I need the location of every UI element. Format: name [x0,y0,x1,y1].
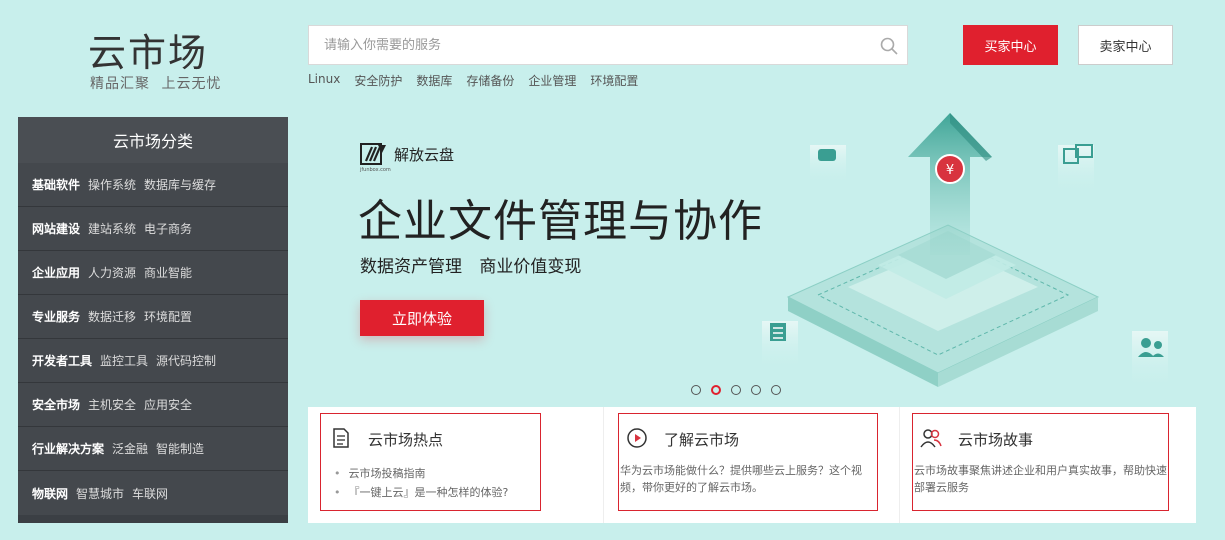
search-box [308,25,908,65]
play-icon [627,428,647,448]
category-row[interactable]: 物联网 智慧城市 车联网 [18,471,288,515]
category-sub[interactable]: 商业智能 [144,264,192,281]
try-now-button[interactable]: 立即体验 [360,300,484,336]
category-sidebar: 云市场分类 基础软件 操作系统 数据库与缓存 网站建设 建站系统 电子商务 企业… [18,117,288,523]
carousel-indicators [691,385,781,395]
category-main[interactable]: 网站建设 [32,220,80,237]
search-input[interactable] [309,26,907,64]
category-sub[interactable]: 主机安全 [88,396,136,413]
category-main[interactable]: 开发者工具 [32,352,92,369]
hot-link-database[interactable]: 数据库 [416,72,452,89]
svg-text:¥: ¥ [946,163,954,178]
card-learn-market[interactable]: 了解云市场 华为云市场能做什么？提供哪些云上服务？这个视频，带你更好的了解云市场… [604,407,900,523]
category-main[interactable]: 行业解决方案 [32,440,104,457]
category-sub[interactable]: 环境配置 [144,308,192,325]
hot-search-links: Linux 安全防护 数据库 存储备份 企业管理 环境配置 [308,72,638,89]
brand-url: jfunbox.com [360,167,391,173]
category-sub[interactable]: 建站系统 [88,220,136,237]
category-sub[interactable]: 智慧城市 [76,485,124,502]
brand-name: 解放云盘 [394,145,455,164]
carousel-dot[interactable] [771,385,781,395]
hero-banner[interactable]: 解放云盘 jfunbox.com 企业文件管理与协作 数据资产管理 商业价值变现… [308,105,1196,405]
brand-logo: 解放云盘 jfunbox.com [360,141,455,173]
hot-link-environment[interactable]: 环境配置 [590,72,638,89]
category-sub[interactable]: 应用安全 [144,396,192,413]
category-main[interactable]: 安全市场 [32,396,80,413]
category-sub[interactable]: 泛金融 [112,440,148,457]
isometric-platform-illustration: ¥ [762,113,1168,391]
category-main[interactable]: 专业服务 [32,308,80,325]
category-sub[interactable]: 数据迁移 [88,308,136,325]
category-sub[interactable]: 数据库与缓存 [144,176,216,193]
carousel-dot[interactable] [731,385,741,395]
card-title[interactable]: 云市场热点 [368,429,443,450]
card-link[interactable]: 『一键上云』是一种怎样的体验? [334,483,509,502]
category-main[interactable]: 基础软件 [32,176,80,193]
hot-link-linux[interactable]: Linux [308,72,340,89]
hot-link-security[interactable]: 安全防护 [354,72,402,89]
card-hot-topics[interactable]: 云市场热点 云市场投稿指南 『一键上云』是一种怎样的体验? [308,407,604,523]
category-row[interactable]: 安全市场 主机安全 应用安全 [18,383,288,427]
category-sub[interactable]: 车联网 [132,485,168,502]
sidebar-title: 云市场分类 [18,117,288,163]
category-sub[interactable]: 监控工具 [100,352,148,369]
carousel-dot[interactable] [691,385,701,395]
cloud-disk-logo-icon [360,143,386,165]
category-row[interactable]: 专业服务 数据迁移 环境配置 [18,295,288,339]
category-sub[interactable]: 智能制造 [156,440,204,457]
card-link[interactable]: 云市场投稿指南 [334,464,508,483]
category-row[interactable]: 企业应用 人力资源 商业智能 [18,251,288,295]
category-row[interactable]: 网站建设 建站系统 电子商务 [18,207,288,251]
card-title[interactable]: 云市场故事 [958,429,1033,450]
hot-link-storage[interactable]: 存储备份 [466,72,514,89]
card-description: 云市场故事聚焦讲述企业和用户真实故事，帮助快速部署云服务 [914,464,1167,494]
info-cards: 云市场热点 云市场投稿指南 『一键上云』是一种怎样的体验? 了解云市场 华为云市… [308,407,1196,523]
category-row[interactable]: 开发者工具 监控工具 源代码控制 [18,339,288,383]
category-sub[interactable]: 操作系统 [88,176,136,193]
category-row[interactable]: 行业解决方案 泛金融 智能制造 [18,427,288,471]
search-icon[interactable] [879,36,899,56]
card-title[interactable]: 了解云市场 [664,429,739,450]
category-row[interactable]: 基础软件 操作系统 数据库与缓存 [18,163,288,207]
document-icon [333,428,349,448]
category-main[interactable]: 企业应用 [32,264,80,281]
carousel-dot[interactable] [751,385,761,395]
banner-subtitle: 数据资产管理 商业价值变现 [360,257,582,277]
hot-link-enterprise[interactable]: 企业管理 [528,72,576,89]
card-link-list: 云市场投稿指南 『一键上云』是一种怎样的体验? [334,464,509,502]
card-description: 华为云市场能做什么？提供哪些云上服务？这个视频，带你更好的了解云市场。 [620,464,862,494]
seller-center-button[interactable]: 卖家中心 [1078,25,1173,65]
buyer-center-button[interactable]: 买家中心 [963,25,1058,65]
category-sub[interactable]: 源代码控制 [156,352,216,369]
category-sub[interactable]: 人力资源 [88,264,136,281]
category-main[interactable]: 物联网 [32,485,68,502]
carousel-dot-active[interactable] [711,385,721,395]
card-stories[interactable]: 云市场故事 云市场故事聚焦讲述企业和用户真实故事，帮助快速部署云服务 [900,407,1196,523]
category-sub[interactable]: 电子商务 [144,220,192,237]
banner-title: 企业文件管理与协作 [358,196,763,247]
logo-title[interactable]: 云市场 [88,22,208,77]
users-icon [920,429,942,448]
logo-slogan: 精品汇聚 上云无忧 [90,76,222,92]
